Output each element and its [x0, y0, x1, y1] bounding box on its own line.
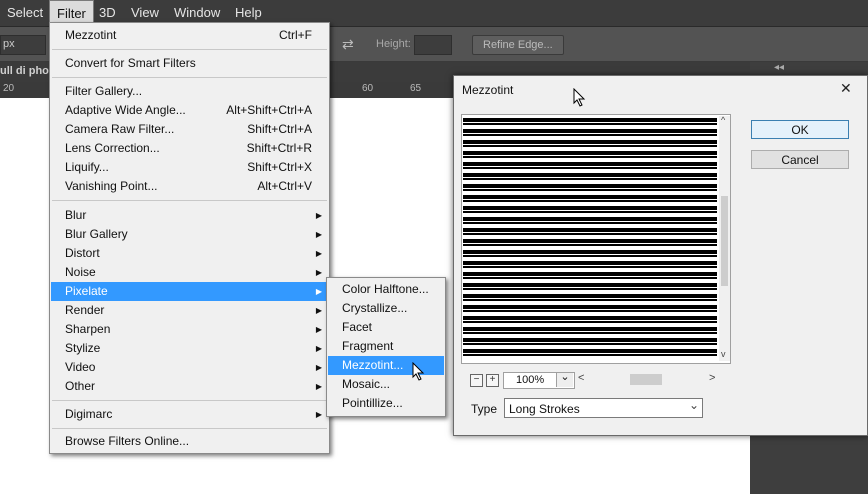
adaptive-wide-angle-item[interactable]: Adaptive Wide Angle... Alt+Shift+Ctrl+A [51, 101, 328, 120]
menu-separator [52, 428, 327, 429]
filter-menu: Mezzotint Ctrl+F Convert for Smart Filte… [49, 22, 330, 454]
pixelate-color-halftone[interactable]: Color Halftone... [328, 280, 444, 299]
submenu-arrow-icon: ▶ [315, 230, 322, 239]
filter-category-blur-gallery[interactable]: Blur Gallery ▶ [51, 225, 328, 244]
browse-filters-online-item[interactable]: Browse Filters Online... [51, 432, 328, 451]
submenu-arrow-icon: ▶ [315, 410, 322, 419]
menu-select[interactable]: Select [0, 0, 50, 26]
type-label: Type [471, 402, 498, 416]
type-select[interactable]: Long Strokes ⌄ [504, 398, 703, 418]
scroll-down-icon[interactable]: v [721, 349, 726, 359]
filter-category-other[interactable]: Other ▶ [51, 377, 328, 396]
menu-separator [52, 49, 327, 50]
convert-smart-filters-item[interactable]: Convert for Smart Filters [51, 54, 328, 73]
scroll-thumb[interactable] [721, 196, 728, 286]
type-value: Long Strokes [509, 402, 580, 416]
zoom-dropdown-icon[interactable]: ⌄ [556, 372, 573, 387]
filter-category-stylize[interactable]: Stylize ▶ [51, 339, 328, 358]
menu-separator [52, 400, 327, 401]
menu-separator [52, 77, 327, 78]
scroll-up-icon[interactable]: ^ [721, 115, 725, 125]
filter-category-digimarc[interactable]: Digimarc ▶ [51, 405, 328, 424]
ok-button[interactable]: OK [751, 120, 849, 139]
submenu-arrow-icon: ▶ [315, 249, 322, 258]
camera-raw-filter-item[interactable]: Camera Raw Filter... Shift+Ctrl+A [51, 120, 328, 139]
pixelate-pointillize[interactable]: Pointillize... [328, 394, 444, 413]
pixelate-submenu: Color Halftone... Crystallize... Facet F… [326, 277, 446, 417]
submenu-arrow-icon: ▶ [315, 306, 322, 315]
pixelate-mosaic[interactable]: Mosaic... [328, 375, 444, 394]
filter-category-blur[interactable]: Blur ▶ [51, 206, 328, 225]
filter-category-render[interactable]: Render ▶ [51, 301, 328, 320]
submenu-arrow-icon: ▶ [315, 211, 322, 220]
preview-pane[interactable]: ^ v [461, 114, 731, 364]
last-filter-item[interactable]: Mezzotint Ctrl+F [51, 26, 328, 45]
filter-category-pixelate[interactable]: Pixelate ▶ [51, 282, 328, 301]
scroll-left-icon[interactable]: < [578, 372, 584, 384]
filter-category-video[interactable]: Video ▶ [51, 358, 328, 377]
size-field[interactable]: px [0, 35, 46, 55]
height-label: Height: [376, 38, 411, 50]
pixelate-crystallize[interactable]: Crystallize... [328, 299, 444, 318]
cursor-icon [573, 88, 586, 107]
submenu-arrow-icon: ▶ [315, 268, 322, 277]
swap-icon[interactable]: ⇄ [342, 36, 354, 53]
zoom-level: 100% [516, 374, 545, 386]
submenu-arrow-icon: ▶ [315, 363, 322, 372]
dialog-title: Mezzotint [462, 83, 514, 97]
close-icon[interactable]: ✕ [840, 80, 852, 97]
pixelate-mezzotint[interactable]: Mezzotint... [328, 356, 444, 375]
vanishing-point-item[interactable]: Vanishing Point... Alt+Ctrl+V [51, 177, 328, 196]
submenu-arrow-icon: ▶ [315, 325, 322, 334]
submenu-arrow-icon: ▶ [315, 287, 322, 296]
filter-category-sharpen[interactable]: Sharpen ▶ [51, 320, 328, 339]
cursor-icon [412, 362, 425, 381]
scroll-right-icon[interactable]: > [709, 372, 715, 384]
pixelate-facet[interactable]: Facet [328, 318, 444, 337]
ruler-mark: 60 [362, 83, 374, 94]
mezzotint-dialog: Mezzotint ✕ ^ v − + 100% ⌄ < > Type Long… [453, 75, 868, 436]
preview-image [463, 116, 717, 358]
size-value: px [3, 38, 15, 50]
zoom-out-button[interactable]: − [470, 374, 483, 387]
submenu-arrow-icon: ▶ [315, 344, 322, 353]
lens-correction-item[interactable]: Lens Correction... Shift+Ctrl+R [51, 139, 328, 158]
collapse-icon[interactable]: ◂◂ [774, 62, 784, 73]
zoom-in-button[interactable]: + [486, 374, 499, 387]
menu-separator [52, 200, 327, 201]
filter-category-noise[interactable]: Noise ▶ [51, 263, 328, 282]
zoom-level-field[interactable]: 100% ⌄ [503, 372, 575, 389]
filter-gallery-item[interactable]: Filter Gallery... [51, 82, 328, 101]
preview-vertical-scrollbar[interactable]: ^ v [719, 115, 730, 361]
document-tab[interactable]: ull di pho [0, 65, 49, 77]
cancel-button[interactable]: Cancel [751, 150, 849, 169]
refine-edge-button[interactable]: Refine Edge... [472, 35, 564, 55]
submenu-arrow-icon: ▶ [315, 382, 322, 391]
horizontal-scroll-thumb[interactable] [630, 374, 662, 385]
ruler-mark: 20 [3, 83, 15, 94]
pixelate-fragment[interactable]: Fragment [328, 337, 444, 356]
height-field[interactable] [414, 35, 452, 55]
filter-category-distort[interactable]: Distort ▶ [51, 244, 328, 263]
ruler-mark: 65 [410, 83, 422, 94]
liquify-item[interactable]: Liquify... Shift+Ctrl+X [51, 158, 328, 177]
chevron-down-icon: ⌄ [689, 398, 700, 412]
